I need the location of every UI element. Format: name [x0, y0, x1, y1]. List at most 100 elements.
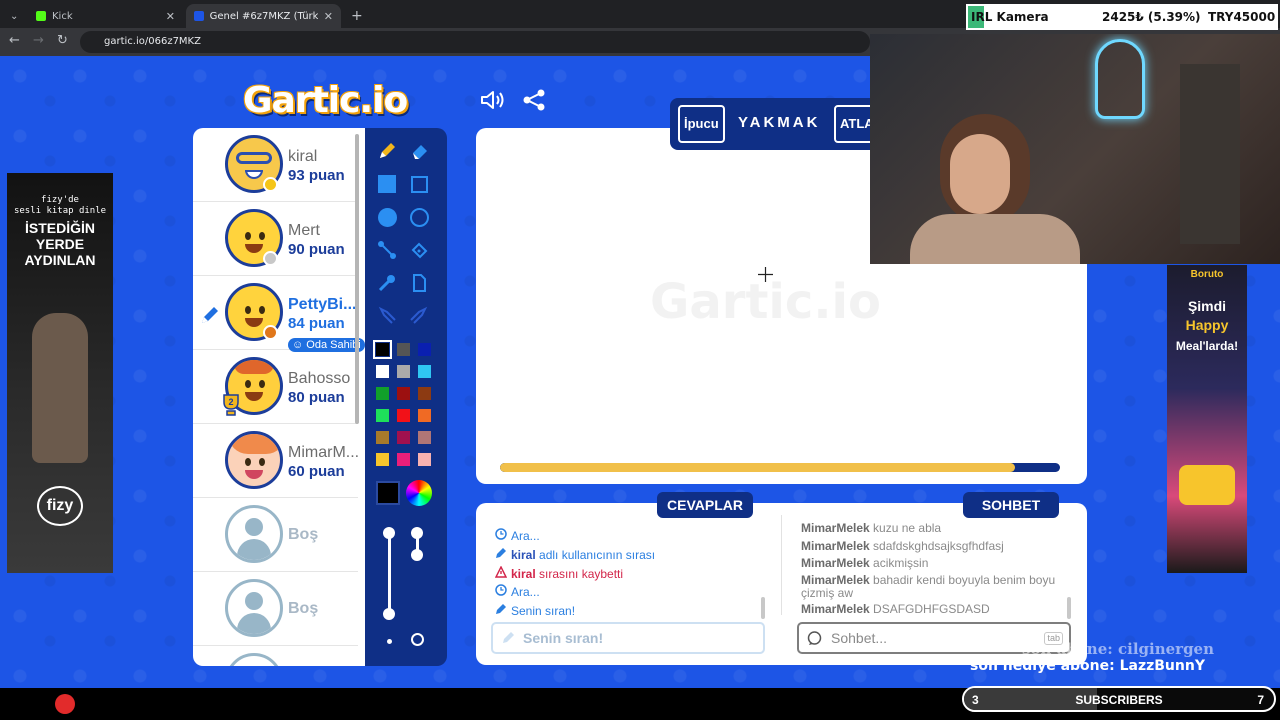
- brush-size-slider-top[interactable]: [383, 527, 395, 539]
- gartic-logo[interactable]: Gartic.io: [243, 80, 408, 121]
- current-color-swatch[interactable]: [376, 481, 400, 505]
- chat-username[interactable]: MimarMelek: [801, 539, 870, 553]
- reload-icon[interactable]: ↻: [57, 33, 68, 48]
- chat-username[interactable]: MimarMelek: [801, 602, 870, 616]
- player-list-scrollbar[interactable]: [355, 134, 359, 424]
- close-tab-icon[interactable]: ✕: [324, 10, 333, 23]
- brush-size-track: [388, 533, 391, 615]
- rectangle-tool-icon[interactable]: [406, 171, 432, 197]
- ad-headline: İSTEDİĞİN: [24, 220, 95, 236]
- pencil-tool-icon[interactable]: [374, 138, 400, 164]
- color-swatch[interactable]: [417, 386, 432, 401]
- tab-list-button[interactable]: ⌄: [2, 4, 24, 28]
- color-swatch[interactable]: [396, 430, 411, 445]
- small-brush-icon: [387, 639, 392, 644]
- filled-circle-tool-icon[interactable]: [374, 204, 400, 230]
- timer-fill: [500, 463, 1016, 472]
- color-swatch[interactable]: [396, 408, 411, 423]
- share-icon[interactable]: [522, 88, 546, 112]
- chat-username[interactable]: MimarMelek: [801, 556, 870, 570]
- chat-scrollbar[interactable]: [1067, 597, 1071, 619]
- color-swatch[interactable]: [417, 342, 432, 357]
- eyedropper-tool-icon[interactable]: [374, 270, 400, 296]
- warning-icon: [495, 566, 507, 581]
- empty-avatar-icon: [225, 505, 283, 563]
- player-row[interactable]: 2 Bahosso 80 puan: [193, 350, 358, 424]
- pencil-icon: [202, 307, 218, 323]
- answer-line: kiral sırasını kaybetti: [495, 566, 623, 581]
- color-swatch[interactable]: [373, 340, 392, 359]
- filled-rectangle-tool-icon[interactable]: [374, 171, 400, 197]
- player-score: 84 puan: [288, 315, 345, 332]
- app-logo-icon[interactable]: [55, 694, 75, 714]
- new-tab-button[interactable]: +: [343, 4, 363, 28]
- tab-kick[interactable]: Kick ✕: [28, 4, 183, 28]
- ad-headline: AYDINLAN: [24, 252, 96, 268]
- url-bar[interactable]: gartic.io/066z7MKZ: [80, 31, 870, 53]
- color-swatch[interactable]: [396, 364, 411, 379]
- color-swatch[interactable]: [417, 364, 432, 379]
- color-swatch[interactable]: [396, 342, 411, 357]
- background-shelf: [1180, 64, 1240, 244]
- chat-message: MimarMelek bahadir kendi boyuyla benim b…: [801, 573, 1056, 600]
- ad-text: fizy'de: [41, 195, 79, 205]
- answer-text: Ara...: [511, 528, 540, 543]
- color-swatch[interactable]: [417, 430, 432, 445]
- answer-line: kiral adlı kullanıcının sırası: [495, 547, 655, 562]
- panel-divider: [781, 515, 782, 615]
- circle-tool-icon[interactable]: [406, 204, 432, 230]
- color-swatch[interactable]: [375, 364, 390, 379]
- fill-bucket-tool-icon[interactable]: [406, 237, 432, 263]
- tab-gartic[interactable]: Genel #6z7MKZ (Türkçe) - Gartic ✕: [186, 4, 341, 28]
- player-name: kiral: [288, 148, 318, 165]
- player-row[interactable]: Mert 90 puan: [193, 202, 358, 276]
- player-name: Bahosso: [288, 370, 351, 387]
- undo-tool-icon[interactable]: [374, 303, 400, 329]
- tab-title: Kick: [52, 10, 73, 22]
- color-swatch[interactable]: [396, 386, 411, 401]
- answer-placeholder: Senin sıran!: [523, 630, 604, 646]
- color-swatch[interactable]: [375, 386, 390, 401]
- forward-icon[interactable]: →: [33, 33, 44, 48]
- secret-word: YAKMAK: [738, 114, 821, 131]
- back-icon[interactable]: ←: [9, 33, 20, 48]
- player-row[interactable]: MimarM... 60 puan: [193, 424, 359, 498]
- close-tab-icon[interactable]: ✕: [166, 10, 175, 23]
- ad-banner-right[interactable]: Boruto Şimdi Happy Meal'larda!: [1167, 265, 1247, 573]
- color-swatch[interactable]: [396, 452, 411, 467]
- answer-input[interactable]: Senin sıran!: [491, 622, 765, 654]
- player-row-current-user[interactable]: PettyBi... 84 puan ☺ Oda Sahibi: [193, 276, 365, 352]
- neon-ghost-sign: [1095, 39, 1145, 119]
- eraser-tool-icon[interactable]: [406, 138, 432, 164]
- color-picker-icon[interactable]: [406, 480, 432, 506]
- color-swatch[interactable]: [417, 452, 432, 467]
- brush-size-slider-knob[interactable]: [383, 608, 395, 620]
- answer-line: Senin sıran!: [495, 603, 575, 618]
- redo-tool-icon[interactable]: [406, 303, 432, 329]
- new-page-tool-icon[interactable]: [406, 270, 432, 296]
- status-dot: [263, 251, 278, 266]
- color-swatch[interactable]: [375, 408, 390, 423]
- answer-text: Ara...: [511, 584, 540, 599]
- player-name: PettyBi...: [288, 296, 357, 313]
- player-row[interactable]: kiral 93 puan: [193, 128, 358, 202]
- empty-slot-label: Boş: [288, 600, 319, 617]
- answer-text: kiral sırasını kaybetti: [511, 566, 624, 581]
- opacity-slider-top[interactable]: [411, 527, 423, 539]
- sound-icon[interactable]: [480, 88, 506, 112]
- chat-message: MimarMelek kuzu ne abla: [801, 521, 942, 535]
- ad-banner-left[interactable]: fizy'de sesli kitap dinle İSTEDİĞİN YERD…: [7, 173, 113, 573]
- pencil-icon: [503, 632, 514, 643]
- color-swatch[interactable]: [375, 430, 390, 445]
- line-tool-icon[interactable]: [374, 237, 400, 263]
- empty-avatar-icon: [225, 653, 283, 666]
- color-swatch[interactable]: [375, 452, 390, 467]
- color-swatch[interactable]: [417, 408, 432, 423]
- hint-button[interactable]: İpucu: [678, 105, 725, 143]
- empty-slot: Boş: [193, 498, 358, 572]
- chat-username[interactable]: MimarMelek: [801, 521, 870, 535]
- answers-scrollbar[interactable]: [761, 597, 765, 619]
- opacity-slider-knob[interactable]: [411, 549, 423, 561]
- chat-username[interactable]: MimarMelek: [801, 573, 870, 587]
- last-gift-text: son hediye abone: LazzBunnY: [970, 658, 1205, 674]
